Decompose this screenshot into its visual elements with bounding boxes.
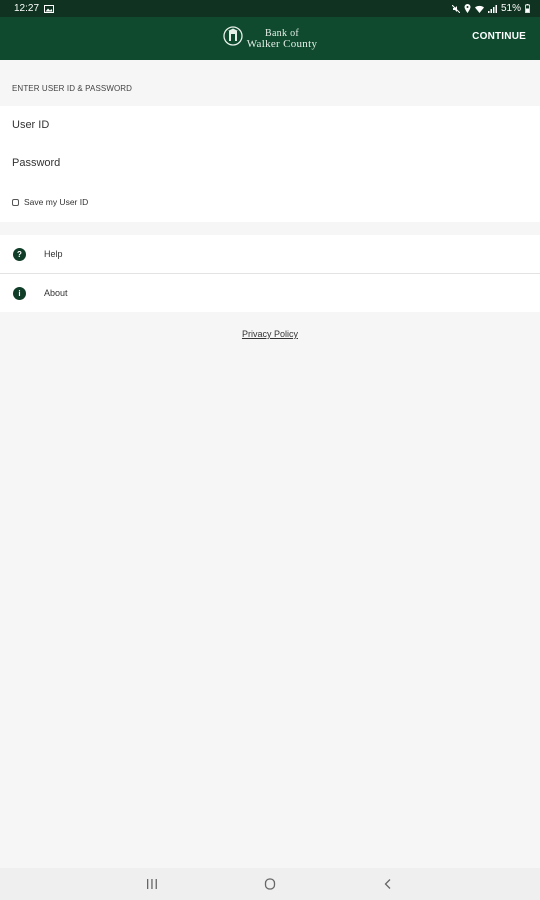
bank-logo: Bank of Walker County (223, 26, 318, 51)
wifi-icon (474, 5, 484, 13)
back-button[interactable] (380, 877, 396, 891)
continue-button[interactable]: CONTINUE (472, 31, 526, 42)
save-user-id-row[interactable]: Save my User ID (12, 197, 88, 207)
menu-item-about[interactable]: i About (0, 274, 540, 312)
logo-emblem-icon (223, 26, 243, 51)
image-icon (44, 4, 55, 13)
status-bar: 12:27 51% (0, 0, 540, 17)
save-user-id-checkbox[interactable] (12, 198, 19, 206)
mute-icon (451, 4, 460, 13)
status-time: 12:27 (14, 3, 40, 14)
signal-icon (487, 4, 497, 13)
navigation-bar (0, 868, 540, 900)
logo-text: Bank of Walker County (246, 27, 318, 50)
recents-button[interactable] (144, 877, 160, 891)
user-id-field[interactable] (12, 110, 512, 140)
section-label: ENTER USER ID & PASSWORD (12, 84, 133, 93)
logo-line-2: Walker County (246, 37, 318, 50)
location-icon (464, 4, 471, 13)
battery-percent: 51% (500, 3, 521, 14)
menu-item-about-label: About (44, 288, 68, 298)
home-button[interactable] (262, 877, 278, 891)
app-header: Bank of Walker County CONTINUE (0, 17, 540, 60)
help-icon: ? (13, 247, 26, 261)
save-user-id-label: Save my User ID (24, 197, 89, 207)
info-icon: i (13, 286, 26, 300)
status-right: 51% (451, 3, 530, 14)
privacy-policy-link[interactable]: Privacy Policy (0, 329, 540, 339)
logo-line-1: Bank of (264, 27, 300, 39)
menu-item-help[interactable]: ? Help (0, 235, 540, 273)
password-field[interactable] (12, 148, 512, 178)
status-left: 12:27 (14, 3, 55, 14)
menu-item-help-label: Help (44, 249, 63, 259)
battery-icon (525, 4, 530, 13)
